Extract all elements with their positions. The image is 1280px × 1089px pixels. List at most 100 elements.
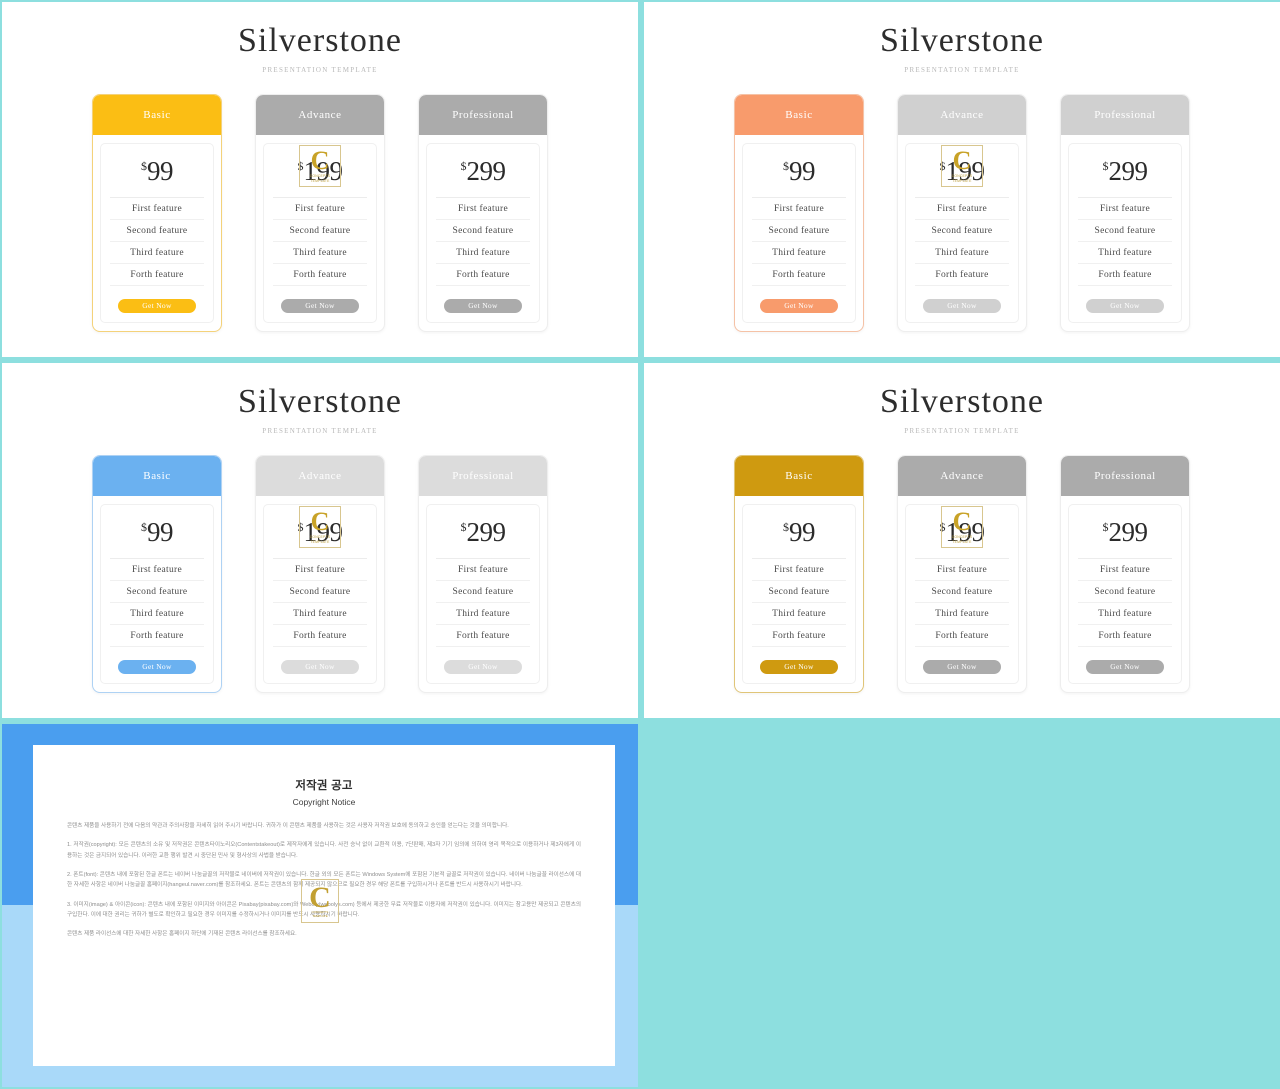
plan-card-professional[interactable]: Professional $299 First feature Second f…	[1060, 94, 1190, 333]
feature-item: First feature	[110, 198, 204, 221]
plan-price-professional: $299	[1078, 511, 1172, 560]
plan-price-professional: $299	[436, 150, 530, 199]
get-now-button[interactable]: Get Now	[760, 299, 838, 314]
page-title: Silverstone	[238, 383, 402, 420]
page-title: Silverstone	[238, 22, 402, 59]
plan-name-basic: Basic	[143, 109, 171, 122]
get-now-button[interactable]: Get Now	[1086, 660, 1164, 675]
get-now-button[interactable]: Get Now	[760, 660, 838, 675]
plan-card-professional[interactable]: Professional $299 First feature Second f…	[418, 94, 548, 333]
get-now-button[interactable]: Get Now	[281, 660, 359, 675]
price-amount: 199	[945, 517, 986, 548]
feature-item: Second feature	[1078, 581, 1172, 604]
plan-header-basic: Basic	[93, 456, 221, 497]
plan-card-advance[interactable]: Advance $199 First feature Second featur…	[255, 94, 385, 333]
plan-body-professional: $299 First feature Second feature Third …	[426, 504, 540, 685]
plan-body-basic: $99 First feature Second feature Third f…	[742, 143, 856, 324]
plan-body-professional: $299 First feature Second feature Third …	[426, 143, 540, 324]
watermark-caption: CONCEPTS TEMPLATE	[302, 910, 338, 919]
plan-body-advance: $199 First feature Second feature Third …	[905, 143, 1019, 324]
slide-header: Silverstone PRESENTATION TEMPLATE	[644, 363, 1280, 435]
plan-name-professional: Professional	[1094, 470, 1156, 483]
cta-wrapper: Get Now	[752, 286, 846, 314]
slide-panel-1[interactable]: Silverstone PRESENTATION TEMPLATE Basic …	[2, 2, 638, 357]
plan-body-professional: $299 First feature Second feature Third …	[1068, 504, 1182, 685]
price-amount: 199	[945, 156, 986, 187]
feature-item: Forth feature	[1078, 264, 1172, 287]
plan-price-advance: $199	[915, 150, 1009, 199]
cta-wrapper: Get Now	[436, 286, 530, 314]
get-now-button[interactable]: Get Now	[118, 299, 196, 314]
plan-header-basic: Basic	[735, 95, 863, 136]
feature-item: First feature	[110, 559, 204, 582]
slide-panel-copyright[interactable]: 저작권 공고 Copyright Notice 콘텐츠 제품을 사용하기 전에 …	[2, 724, 638, 1087]
plan-name-professional: Professional	[452, 109, 514, 122]
plan-card-basic[interactable]: Basic $99 First feature Second feature T…	[734, 455, 864, 694]
plan-card-advance[interactable]: Advance $199 First feature Second featur…	[255, 455, 385, 694]
cta-wrapper: Get Now	[915, 647, 1009, 675]
page-subtitle: PRESENTATION TEMPLATE	[904, 66, 1020, 75]
plan-name-professional: Professional	[1094, 109, 1156, 122]
cta-wrapper: Get Now	[1078, 647, 1172, 675]
pricing-row: Basic $99 First feature Second feature T…	[2, 455, 638, 694]
feature-item: Second feature	[110, 581, 204, 604]
plan-header-basic: Basic	[735, 456, 863, 497]
plan-header-advance: Advance	[256, 456, 384, 497]
get-now-button[interactable]: Get Now	[923, 660, 1001, 675]
plan-card-professional[interactable]: Professional $299 First feature Second f…	[418, 455, 548, 694]
page-subtitle: PRESENTATION TEMPLATE	[262, 427, 378, 436]
slide-header: Silverstone PRESENTATION TEMPLATE	[2, 2, 638, 74]
feature-item: Third feature	[436, 603, 530, 626]
feature-item: Second feature	[110, 220, 204, 243]
slide-panel-2[interactable]: Silverstone PRESENTATION TEMPLATE Basic …	[644, 2, 1280, 357]
plan-body-advance: $199 First feature Second feature Third …	[263, 504, 377, 685]
feature-item: Forth feature	[436, 625, 530, 648]
cta-wrapper: Get Now	[110, 286, 204, 314]
get-now-button[interactable]: Get Now	[118, 660, 196, 675]
feature-item: Third feature	[915, 603, 1009, 626]
plan-header-advance: Advance	[256, 95, 384, 136]
feature-item: Second feature	[915, 220, 1009, 243]
copyright-paragraph: 1. 저작권(copyright): 모든 콘텐츠의 소유 및 저작권은 콘텐츠…	[67, 842, 581, 859]
slide-panel-3[interactable]: Silverstone PRESENTATION TEMPLATE Basic …	[2, 363, 638, 718]
slide-header: Silverstone PRESENTATION TEMPLATE	[2, 363, 638, 435]
plan-price-advance: $199	[915, 511, 1009, 560]
plan-body-basic: $99 First feature Second feature Third f…	[100, 504, 214, 685]
get-now-button[interactable]: Get Now	[1086, 299, 1164, 314]
page-title: Silverstone	[880, 22, 1044, 59]
feature-item: Third feature	[752, 242, 846, 265]
feature-item: Third feature	[1078, 603, 1172, 626]
feature-item: Second feature	[1078, 220, 1172, 243]
price-amount: 199	[303, 156, 344, 187]
plan-name-advance: Advance	[940, 109, 984, 122]
plan-card-basic[interactable]: Basic $99 First feature Second feature T…	[92, 455, 222, 694]
feature-item: First feature	[915, 198, 1009, 221]
get-now-button[interactable]: Get Now	[923, 299, 1001, 314]
feature-item: Forth feature	[752, 625, 846, 648]
plan-header-professional: Professional	[1061, 456, 1189, 497]
feature-item: Forth feature	[752, 264, 846, 287]
plan-card-basic[interactable]: Basic $99 First feature Second feature T…	[92, 94, 222, 333]
feature-item: Third feature	[110, 603, 204, 626]
plan-card-basic[interactable]: Basic $99 First feature Second feature T…	[734, 94, 864, 333]
slide-panel-4[interactable]: Silverstone PRESENTATION TEMPLATE Basic …	[644, 363, 1280, 718]
feature-item: Third feature	[915, 242, 1009, 265]
plan-card-advance[interactable]: Advance $199 First feature Second featur…	[897, 94, 1027, 333]
feature-item: First feature	[273, 198, 367, 221]
plan-price-advance: $199	[273, 511, 367, 560]
feature-item: Forth feature	[915, 625, 1009, 648]
plan-card-professional[interactable]: Professional $299 First feature Second f…	[1060, 455, 1190, 694]
plan-body-professional: $299 First feature Second feature Third …	[1068, 143, 1182, 324]
price-amount: 99	[147, 517, 174, 548]
plan-price-professional: $299	[1078, 150, 1172, 199]
plan-header-professional: Professional	[419, 456, 547, 497]
get-now-button[interactable]: Get Now	[444, 299, 522, 314]
get-now-button[interactable]: Get Now	[444, 660, 522, 675]
feature-item: Second feature	[915, 581, 1009, 604]
feature-item: First feature	[752, 198, 846, 221]
plan-price-basic: $99	[110, 511, 204, 560]
price-amount: 299	[466, 517, 507, 548]
plan-price-basic: $99	[110, 150, 204, 199]
get-now-button[interactable]: Get Now	[281, 299, 359, 314]
plan-card-advance[interactable]: Advance $199 First feature Second featur…	[897, 455, 1027, 694]
